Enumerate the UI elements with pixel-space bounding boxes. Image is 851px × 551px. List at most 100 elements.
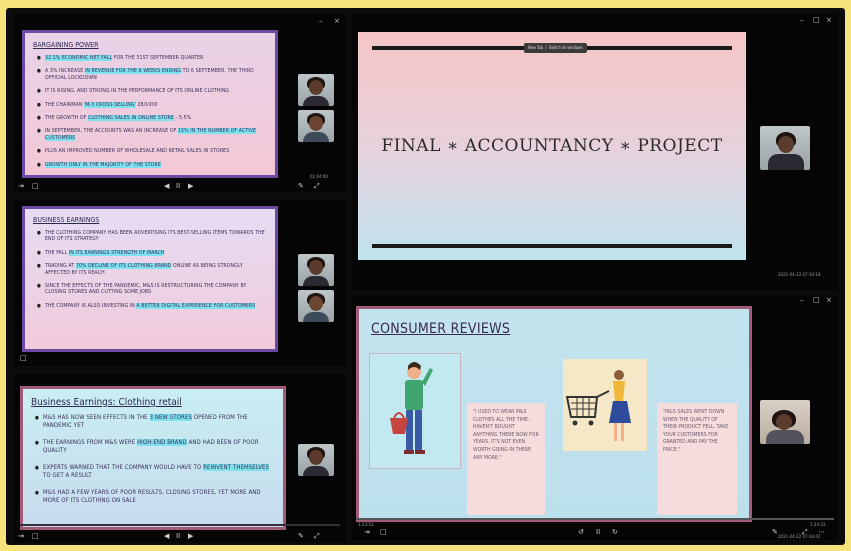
participant-thumb-1[interactable]	[298, 74, 334, 106]
expand-icon[interactable]: ⤢	[314, 532, 320, 540]
bullet-text: M&S has now seen effects in the	[43, 414, 150, 421]
bullet-text: Trading at	[45, 263, 76, 270]
window-close-icon[interactable]: ×	[826, 16, 832, 24]
window-close-icon[interactable]: ×	[334, 17, 340, 25]
bullet-item: A 3% increase in revenue for the 6 weeks…	[37, 68, 267, 81]
bullet-item: Experts warned that the company would ha…	[35, 464, 275, 480]
bullet-text: A 3% increase	[45, 68, 85, 75]
chat-icon[interactable]: □	[32, 532, 39, 540]
panel-toggle-icon[interactable]: ⇥	[18, 532, 24, 540]
prev-button[interactable]: ◀	[164, 182, 169, 190]
bullet-item: The fall in its earnings strength of Mar…	[37, 249, 267, 257]
video-panel-2[interactable]: Business earnings The clothing company h…	[14, 200, 346, 366]
bullet-list: 32.1% economic net fall for the 31st Sep…	[33, 55, 267, 168]
recording-timestamp: 2021-04-22 07:34:42	[778, 534, 821, 539]
pen-icon[interactable]: ✎	[298, 532, 304, 540]
slide-title: Bargaining power	[33, 41, 99, 49]
highlighted-text: reinvent themselves	[203, 464, 270, 471]
browser-popup[interactable]: New Tab | Switch all windows	[524, 43, 587, 53]
window-min-icon[interactable]: –	[319, 17, 323, 25]
forward-button[interactable]: ↻	[612, 528, 618, 536]
panel-toggle-icon[interactable]: ⇥	[18, 182, 24, 190]
window-max-icon[interactable]: □	[813, 16, 820, 24]
highlighted-text: a better digital experience for customer…	[136, 302, 256, 309]
progress-bar[interactable]	[20, 524, 340, 526]
window-min-icon[interactable]: –	[800, 296, 804, 304]
slide-title: Business Earnings: Clothing retail	[31, 397, 182, 408]
expand-icon[interactable]: ⤢	[314, 182, 320, 190]
pen-icon[interactable]: ✎	[772, 528, 778, 536]
confused-man-illustration	[369, 353, 461, 469]
bullet-text: The company is also investing in	[45, 302, 137, 309]
bullet-item: 32.1% economic net fall for the 31st Sep…	[37, 55, 267, 62]
screen: – × Bargaining power 32.1% economic net …	[6, 8, 845, 545]
bullet-item: The earnings from M&S were high-end bran…	[35, 439, 275, 455]
pause-button[interactable]: II	[596, 528, 600, 536]
window-min-icon[interactable]: –	[800, 16, 804, 24]
next-button[interactable]: ▶	[188, 532, 193, 540]
bullet-text: for the 31st September quarter	[112, 55, 204, 61]
prev-button[interactable]: ◀	[164, 532, 169, 540]
participant-thumb-4[interactable]	[298, 290, 334, 322]
bullet-item: The clothing company has been advertisin…	[37, 230, 267, 243]
participant-thumb-2[interactable]	[298, 110, 334, 142]
highlighted-text: 70% decline of its clothing brand	[75, 263, 172, 270]
review-quote-1: "I used to wear M&S clothes all the time…	[467, 403, 545, 515]
presentation-title: Final ∗ Accountancy ∗ Project	[381, 136, 723, 156]
video-panel-1[interactable]: – × Bargaining power 32.1% economic net …	[14, 14, 346, 192]
popup-option-switch[interactable]: Switch all windows	[549, 45, 583, 50]
bullet-text: The clothing company has been advertisin…	[45, 230, 265, 243]
participant-thumb-3[interactable]	[298, 254, 334, 286]
slide-bargaining-power: Bargaining power 32.1% economic net fall…	[22, 30, 278, 178]
shopping-woman-illustration	[563, 359, 647, 451]
chat-icon[interactable]: □	[20, 354, 27, 362]
bullet-text: Plus an improved number of wholesale and…	[45, 148, 230, 155]
highlighted-text: clothing sales in online store	[88, 115, 175, 122]
panel-toggle-icon[interactable]: ⇥	[364, 528, 370, 536]
bullet-item: The company is also investing in a bette…	[37, 302, 267, 310]
slide-business-earnings: Business earnings The clothing company h…	[22, 206, 278, 352]
presenter-thumb[interactable]	[760, 126, 810, 170]
rewind-button[interactable]: ↺	[578, 528, 584, 536]
pen-icon[interactable]: ✎	[298, 182, 304, 190]
window-close-icon[interactable]: ×	[826, 296, 832, 304]
popup-option-new-tab[interactable]: New Tab	[528, 45, 543, 50]
panel-time: 01:04:00	[310, 174, 328, 179]
highlighted-text: in its earnings strength of March	[68, 249, 165, 256]
window-max-icon[interactable]: □	[813, 296, 820, 304]
slide-title: Business earnings	[33, 216, 100, 224]
bullet-item: It is rising, and strong in the performa…	[37, 88, 267, 95]
review-quote-2: "M&S sales went down when the quality of…	[657, 403, 737, 515]
bullet-item: Plus an improved number of wholesale and…	[37, 148, 267, 155]
shopping-cart-icon	[565, 370, 631, 441]
highlighted-text: Growth only in the majority of the store	[45, 161, 161, 168]
bullet-item: Trading at 70% decline of its clothing b…	[37, 263, 267, 276]
bullet-text: In September, the accounts was an increa…	[45, 128, 179, 135]
review-presentation-panel[interactable]: – □ × Consumer reviews "I	[352, 296, 838, 540]
next-button[interactable]: ▶	[188, 182, 193, 190]
bullet-item: Growth only in the majority of the store	[37, 161, 267, 168]
bullet-item: Since the effects of the pandemic, M&S i…	[37, 283, 267, 296]
video-panel-3[interactable]: Business Earnings: Clothing retail M&S h…	[14, 374, 346, 542]
participant-thumb-6[interactable]	[760, 400, 810, 444]
slide-consumer-reviews: Consumer reviews "I used to wear M&S clo…	[356, 306, 752, 522]
pause-button[interactable]: II	[176, 182, 180, 190]
bullet-item: M&S had a few years of poor results, clo…	[35, 489, 275, 505]
participant-thumb-5[interactable]	[298, 444, 334, 476]
chat-icon[interactable]: □	[32, 182, 39, 190]
slide-clothing-retail: Business Earnings: Clothing retail M&S h…	[20, 386, 286, 530]
highlighted-text: 'M-3 Cross-selling'	[83, 101, 136, 108]
bullet-text: The earnings from M&S were	[43, 439, 138, 446]
pause-button[interactable]: II	[176, 532, 180, 540]
bullet-item: The growth of clothing sales in online s…	[37, 115, 267, 122]
bullet-text: Since the effects of the pandemic, M&S i…	[45, 283, 247, 296]
progress-bar[interactable]	[356, 518, 834, 520]
bullet-text: - 5.5%	[174, 115, 192, 122]
time-total: 1:24:31	[810, 522, 826, 527]
bullet-text: The growth of	[45, 115, 89, 122]
slide-title: Consumer reviews	[371, 321, 511, 337]
chat-icon[interactable]: □	[380, 528, 387, 536]
man-with-basket-icon	[390, 362, 433, 454]
bullet-text: It is rising, and strong in the performa…	[45, 88, 230, 95]
main-presentation-panel[interactable]: – □ × Final ∗ Accountancy ∗ Project New …	[352, 14, 838, 290]
